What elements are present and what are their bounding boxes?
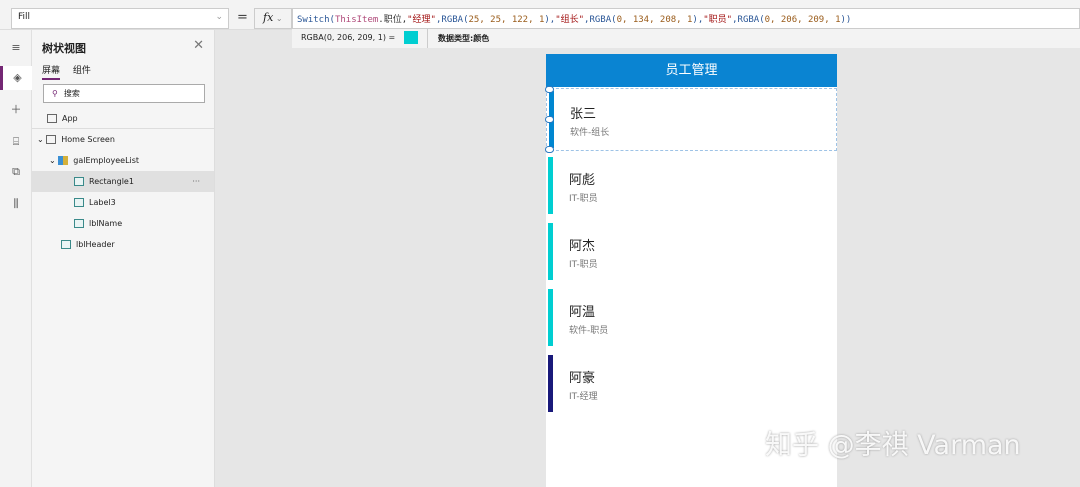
chevron-down-icon: ⌄ [37,135,47,144]
resize-handle[interactable] [545,116,554,123]
formula-token: ThisItem [334,15,379,25]
left-rail: ≡ ◈ ＋ ⌸ ⧉ ⫼ [0,30,32,487]
search-icon: ⚲ [52,89,58,98]
fx-button[interactable]: fx ⌄ [254,8,292,29]
employee-name: 张三 [570,107,597,122]
search-input[interactable]: ⚲ 搜索 [43,84,205,103]
insert-plus-icon[interactable]: ＋ [0,98,32,122]
tree-node-rectangle1[interactable]: Rectangle1 ··· [32,171,214,192]
node-label: Label3 [89,198,116,207]
role-color-bar[interactable] [548,289,553,346]
rectangle-icon [74,177,84,186]
formula-token: "组长" [555,15,585,25]
formula-input[interactable]: Switch(ThisItem.职位,"经理",RGBA(25, 25, 122… [292,8,1080,29]
tree-node-gallery[interactable]: ⌄ galEmployeeList [32,150,214,171]
divider [427,29,428,48]
close-icon[interactable]: ✕ [193,38,204,53]
label-icon [61,240,71,249]
role-color-bar[interactable] [548,157,553,214]
formula-result-hint: RGBA(0, 206, 209, 1) = 数据类型:颜色 [292,29,1080,48]
data-type-label: 数据类型:颜色 [438,34,490,43]
formula-token: 0, 206, 209, 1 [764,15,841,25]
gallery-icon [58,156,69,165]
panel-title: 树状视图 [42,42,86,55]
media-icon[interactable]: ⧉ [0,160,32,184]
tree-node-label3[interactable]: Label3 [32,192,214,213]
property-dropdown[interactable]: Fill ⌄ [11,8,229,29]
header-label[interactable]: 员工管理 [546,54,837,87]
formula-token: )) [840,15,852,25]
hamburger-menu-icon[interactable]: ≡ [0,36,32,60]
resize-handle[interactable] [545,146,554,153]
tab-screens[interactable]: 屏幕 [42,66,61,80]
tab-components[interactable]: 组件 [73,66,91,78]
employee-name: 阿彪 [569,173,596,188]
tree-view-icon[interactable]: ◈ [0,66,32,90]
gallery-item[interactable]: 阿杰 IT-职员 [546,221,837,284]
tree-node-app[interactable]: App [32,108,214,129]
watermark: 知乎 @李祺 Varman [765,430,1021,461]
resize-handle[interactable] [545,86,554,93]
formula-token: ,RGBA( [435,15,469,25]
chevron-down-icon: ⌄ [273,14,283,23]
tree-view-panel: 树状视图 ✕ 屏幕 组件 ⚲ 搜索 App ⌄ Home Screen ⌄ gal… [32,30,215,487]
node-label: lblHeader [76,240,115,249]
node-label: Home Screen [61,135,115,144]
formula-token: Switch( [297,15,335,25]
search-placeholder: 搜索 [63,89,80,98]
label-icon [74,219,84,228]
property-value: Fill [18,12,31,22]
node-label: galEmployeeList [73,156,140,165]
gallery-item[interactable]: 张三 软件-组长 [545,86,837,153]
data-cylinder-icon[interactable]: ⌸ [0,130,32,154]
employee-name: 阿杰 [569,239,596,254]
employee-name: 阿温 [569,305,596,320]
equals-sign: = [237,10,248,25]
formula-token: ), [692,15,704,25]
formula-token: "经理" [407,15,436,25]
formula-token: ,RGBA( [584,15,617,25]
formula-token: 0, 134, 208, 1 [616,15,693,25]
more-options-icon[interactable]: ··· [192,171,200,192]
formula-token: 25, 25, 122, 1 [468,15,545,25]
node-label: lblName [89,219,123,228]
node-label: Rectangle1 [89,177,134,186]
app-icon [47,114,57,123]
employee-info: IT-经理 [569,392,598,402]
screen-icon [46,135,57,144]
chevron-down-icon: ⌄ [215,12,223,22]
formula-token: "职员" [703,15,733,25]
node-label: App [62,114,78,123]
gallery-item[interactable]: 阿豪 IT-经理 [546,353,837,416]
employee-info: 软件-组长 [570,128,610,138]
employee-info: IT-职员 [569,194,598,204]
tree-node-lblheader[interactable]: lblHeader [32,234,214,255]
employee-info: IT-职员 [569,260,598,270]
advanced-tools-icon[interactable]: ⫼ [0,192,32,216]
employee-name: 阿豪 [569,371,596,386]
color-swatch [404,31,418,44]
chevron-down-icon: ⌄ [49,156,59,165]
tree-node-home-screen[interactable]: ⌄ Home Screen [32,129,214,150]
formula-toolbar: Fill ⌄ = fx ⌄ Switch(ThisItem.职位,"经理",RGB… [0,0,1080,30]
role-color-bar[interactable] [548,223,553,280]
tree-node-lblname[interactable]: lblName [32,213,214,234]
label-icon [74,198,84,207]
result-value: RGBA(0, 206, 209, 1) = [301,33,396,42]
employee-info: 软件-职员 [569,326,609,336]
formula-token: ), [544,15,556,25]
fx-icon: fx [263,11,274,24]
formula-token: .职位, [378,15,408,25]
role-color-bar[interactable] [548,355,553,412]
gallery-item[interactable]: 阿彪 IT-职员 [546,155,837,218]
gallery-item[interactable]: 阿温 软件-职员 [546,287,837,350]
formula-token: ,RGBA( [732,15,765,25]
